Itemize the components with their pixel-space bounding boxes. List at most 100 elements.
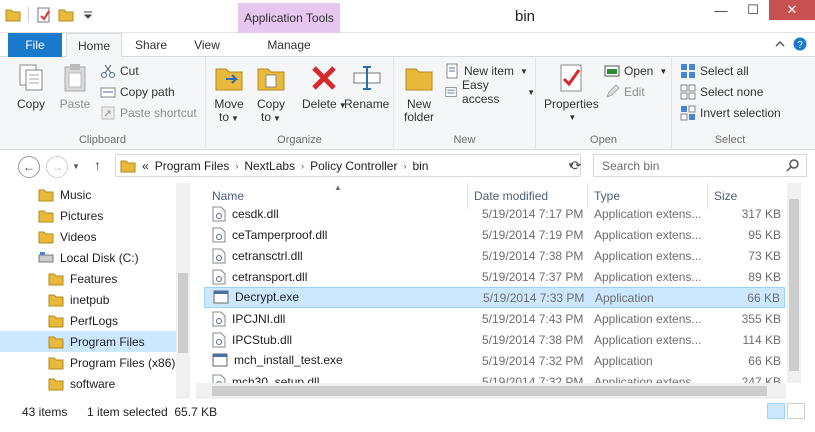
nav-item-perflogs[interactable]: PerfLogs <box>0 310 176 331</box>
breadcrumb-bin[interactable]: bin <box>412 159 428 173</box>
table-row-selected[interactable]: Decrypt.exe 5/19/2014 7:33 PM Applicatio… <box>204 287 785 308</box>
table-row[interactable]: mch30_setup.dll 5/19/2014 7:32 PM Applic… <box>204 372 785 383</box>
open-group-label: Open <box>590 134 617 146</box>
table-row[interactable]: mch_install_test.exe 5/19/2014 7:32 PM A… <box>204 351 785 372</box>
new-folder-button[interactable]: New folder <box>402 61 436 124</box>
tab-share[interactable]: Share <box>124 33 178 57</box>
cut-label: Cut <box>120 64 139 78</box>
ribbon: Copy Paste Cut Copy path Paste shortcut … <box>0 57 815 150</box>
folder-icon <box>48 273 64 285</box>
recent-locations-icon[interactable]: ▼ <box>72 162 80 171</box>
cut-button[interactable]: Cut <box>100 61 139 81</box>
table-row[interactable]: cetransctrl.dll 5/19/2014 7:38 PM Applic… <box>204 246 785 267</box>
large-icons-view-icon[interactable] <box>787 403 805 419</box>
paste-button[interactable]: Paste <box>58 61 92 111</box>
back-button[interactable]: ← <box>18 156 40 178</box>
up-arrow-icon[interactable]: ↑ <box>94 157 101 173</box>
file-list-vertical-scrollbar[interactable] <box>787 183 801 383</box>
chevron-right-icon[interactable]: › <box>235 161 238 171</box>
nav-item-program-files[interactable]: Program Files <box>0 331 176 352</box>
nav-pane-scroll-thumb[interactable] <box>178 273 188 353</box>
file-name: cetransctrl.dll <box>232 249 303 263</box>
search-input[interactable]: Search bin <box>593 154 807 177</box>
breadcrumb-program-files[interactable]: Program Files › <box>155 159 239 173</box>
open-button[interactable]: Open ▼ <box>604 61 667 81</box>
file-type: Application extens... <box>594 270 702 284</box>
move-to-button[interactable]: Move to ▼ <box>212 61 246 125</box>
copy-button[interactable]: Copy <box>14 61 48 111</box>
table-row[interactable]: IPCJNI.dll 5/19/2014 7:43 PM Application… <box>204 309 785 330</box>
properties-button[interactable]: Properties ▼ <box>544 61 599 124</box>
properties-icon[interactable] <box>35 6 53 24</box>
exe-file-icon <box>212 353 228 367</box>
chevron-right-icon[interactable]: › <box>301 161 304 171</box>
open-label: Open <box>624 64 654 78</box>
chevron-right-icon[interactable]: › <box>403 161 406 171</box>
close-button[interactable]: ✕ <box>769 0 815 20</box>
folder-icon[interactable] <box>4 6 22 24</box>
nav-pane-scrollbar[interactable] <box>176 183 190 399</box>
tab-file[interactable]: File <box>8 33 62 57</box>
address-overflow[interactable]: « <box>142 159 149 173</box>
table-row[interactable]: ceTamperproof.dll 5/19/2014 7:19 PM Appl… <box>204 225 785 246</box>
tab-manage[interactable]: Manage <box>240 33 338 57</box>
nav-item-music[interactable]: Music <box>0 184 176 205</box>
select-all-button[interactable]: Select all <box>680 61 749 81</box>
edit-button[interactable]: Edit <box>604 82 645 102</box>
rename-button[interactable]: Rename <box>344 61 389 111</box>
new-folder-icon[interactable] <box>57 6 75 24</box>
paste-shortcut-button[interactable]: Paste shortcut <box>100 103 197 123</box>
collapse-ribbon-icon[interactable] <box>775 40 785 48</box>
horizontal-scroll-thumb[interactable] <box>212 386 767 396</box>
item-count: 43 items <box>22 405 68 419</box>
copy-label: Copy <box>16 97 45 111</box>
forward-button[interactable]: → <box>46 156 68 178</box>
file-size: 114 KB <box>742 333 781 347</box>
table-row[interactable]: cetransport.dll 5/19/2014 7:37 PM Applic… <box>204 267 785 288</box>
tab-home[interactable]: Home <box>66 33 122 58</box>
nav-item-videos[interactable]: Videos <box>0 226 176 247</box>
videos-folder-icon <box>38 231 54 243</box>
nav-item-pictures[interactable]: Pictures <box>0 205 176 226</box>
file-size: 355 KB <box>741 312 781 326</box>
file-date: 5/19/2014 7:43 PM <box>482 312 584 326</box>
folder-icon <box>48 315 64 327</box>
dropdown-arrow-icon: ▼ <box>527 87 535 97</box>
breadcrumb-nextlabs[interactable]: NextLabs › <box>244 159 304 173</box>
copy-path-button[interactable]: Copy path <box>100 82 175 102</box>
application-tools-context-tab: Application Tools <box>238 3 340 33</box>
file-list-scroll-thumb[interactable] <box>789 199 799 371</box>
customize-qat-icon[interactable] <box>79 6 97 24</box>
nav-item-local-disk[interactable]: Local Disk (C:) <box>0 247 176 268</box>
maximize-button[interactable]: ☐ <box>737 0 769 20</box>
table-row[interactable]: cesdk.dll 5/19/2014 7:17 PM Application … <box>204 204 785 225</box>
drive-icon <box>38 251 54 262</box>
tab-view[interactable]: View <box>180 33 234 57</box>
nav-item-features[interactable]: Features <box>0 268 176 289</box>
select-none-button[interactable]: Select none <box>680 82 763 102</box>
breadcrumb-policy-controller[interactable]: Policy Controller › <box>310 159 406 173</box>
easy-access-button[interactable]: Easy access ▼ <box>444 78 535 106</box>
help-icon[interactable]: ? <box>793 37 807 51</box>
search-placeholder: Search bin <box>602 158 660 173</box>
invert-selection-button[interactable]: Invert selection <box>680 103 781 123</box>
file-size: 73 KB <box>748 249 781 263</box>
nav-item-software[interactable]: software <box>0 373 176 394</box>
file-list-horizontal-scrollbar[interactable] <box>196 383 786 399</box>
details-view-icon[interactable] <box>767 403 785 419</box>
minimize-button[interactable]: — <box>705 0 737 20</box>
refresh-icon[interactable]: ⟳ <box>566 154 586 177</box>
forward-arrow-icon: → <box>51 160 63 174</box>
copy-to-button[interactable]: Copy to ▼ <box>254 61 288 125</box>
nav-item-program-files-x86[interactable]: Program Files (x86) <box>0 352 176 373</box>
nav-item-label: Local Disk (C:) <box>60 250 139 265</box>
navigation-bar: ← → ▼ ↑ « Program Files › NextLabs › Polic… <box>0 150 815 183</box>
address-bar[interactable]: « Program Files › NextLabs › Policy Contro… <box>115 154 581 177</box>
table-row[interactable]: IPCStub.dll 5/19/2014 7:38 PM Applicatio… <box>204 330 785 351</box>
delete-button[interactable]: Delete ▼ <box>302 61 347 112</box>
dll-file-icon <box>212 374 226 383</box>
properties-icon <box>560 64 582 92</box>
nav-item-inetpub[interactable]: inetpub <box>0 289 176 310</box>
paste-label: Paste <box>59 97 91 111</box>
file-type: Application <box>594 354 653 368</box>
